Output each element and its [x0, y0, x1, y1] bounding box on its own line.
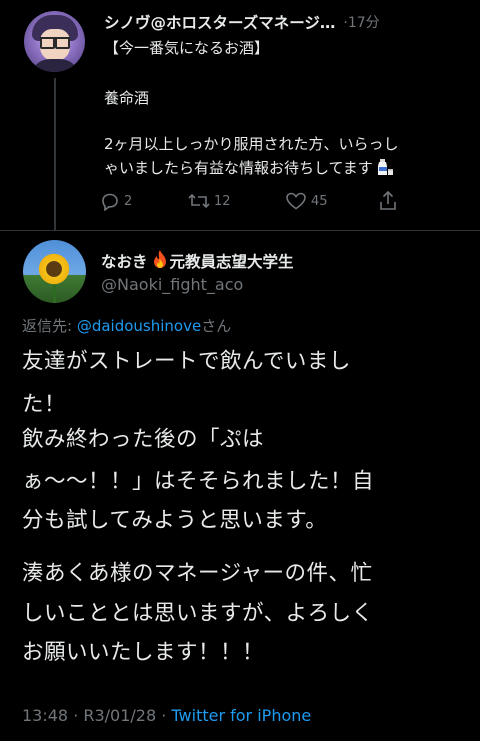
reply-suffix: さん [201, 317, 232, 335]
reply-button[interactable]: 2 [100, 189, 132, 213]
retweet-count: 12 [214, 193, 231, 209]
like-button[interactable]: 45 [285, 189, 328, 213]
tweet-text-line: 湊あくあ様のマネージャーの件、忙 [22, 561, 373, 586]
thread-connector-line [54, 78, 56, 230]
tweet-text-line: しいこととは思いますが、よろしく [22, 601, 374, 626]
tweet-text-line: 友達がストレートで飲んでいまし [22, 349, 351, 374]
tweet-text-line: 養命酒 [104, 89, 150, 107]
reply-count: 2 [124, 193, 133, 209]
tweet-text-line: ぁ〜〜！！」はそそられました！自 [22, 469, 375, 494]
share-button[interactable] [378, 189, 398, 213]
display-name-suffix[interactable]: 元教員志望大学生 [170, 250, 294, 272]
tweet-timestamp[interactable]: 13:48 · R3/01/28 · [22, 706, 171, 725]
reply-icon [100, 191, 120, 211]
heart-icon [285, 191, 307, 211]
display-name[interactable]: なおき [101, 250, 148, 272]
user-handle[interactable]: @Naoki_fight_aco [101, 275, 243, 294]
tweet-actions: 2 12 45 [100, 189, 420, 213]
author-name-row[interactable]: なおき 元教員志望大学生 [101, 249, 294, 273]
tweet-text-line: 2ヶ月以上しっかり服用された方、いらっし [104, 135, 399, 153]
tweet-meta: 13:48 · R3/01/28 · Twitter for iPhone [22, 706, 311, 725]
tweet-header: シノヴ@ホロスターズマネージ… ·17分 [104, 12, 476, 32]
avatar[interactable] [23, 240, 86, 303]
source-link[interactable]: Twitter for iPhone [171, 706, 311, 725]
tweet-text-line: 飲み終わった後の「ぷは [22, 427, 265, 452]
like-count: 45 [311, 193, 328, 209]
sake-bottle-icon [375, 157, 395, 177]
tweet-text-line: お願いいたします！！！ [22, 640, 265, 665]
tweet-divider [0, 230, 480, 231]
share-icon [378, 190, 398, 212]
reply-mention-link[interactable]: @daidoushinove [77, 317, 201, 335]
reply-prefix: 返信先: [22, 317, 77, 335]
timestamp[interactable]: ·17分 [343, 12, 379, 32]
fire-icon [152, 249, 168, 273]
reply-context: 返信先: @daidoushinoveさん [22, 315, 231, 336]
sunflower-icon [37, 252, 71, 286]
tweet-text-line: 【今一番気になるお酒】 [104, 39, 270, 57]
parent-tweet[interactable]: シノヴ@ホロスターズマネージ… ·17分 【今一番気になるお酒】 養命酒 2ヶ月… [0, 0, 480, 230]
tweet-text-line: た！ [22, 392, 67, 417]
avatar[interactable] [24, 11, 85, 72]
tweet-text-line: ゃいましたら有益な情報お待ちしてます [104, 157, 395, 178]
retweet-icon [188, 191, 210, 211]
tweet-text-line: 分も試してみようと思います。 [22, 508, 328, 533]
display-name[interactable]: シノヴ@ホロスターズマネージ… [104, 12, 335, 32]
retweet-button[interactable]: 12 [188, 189, 231, 213]
